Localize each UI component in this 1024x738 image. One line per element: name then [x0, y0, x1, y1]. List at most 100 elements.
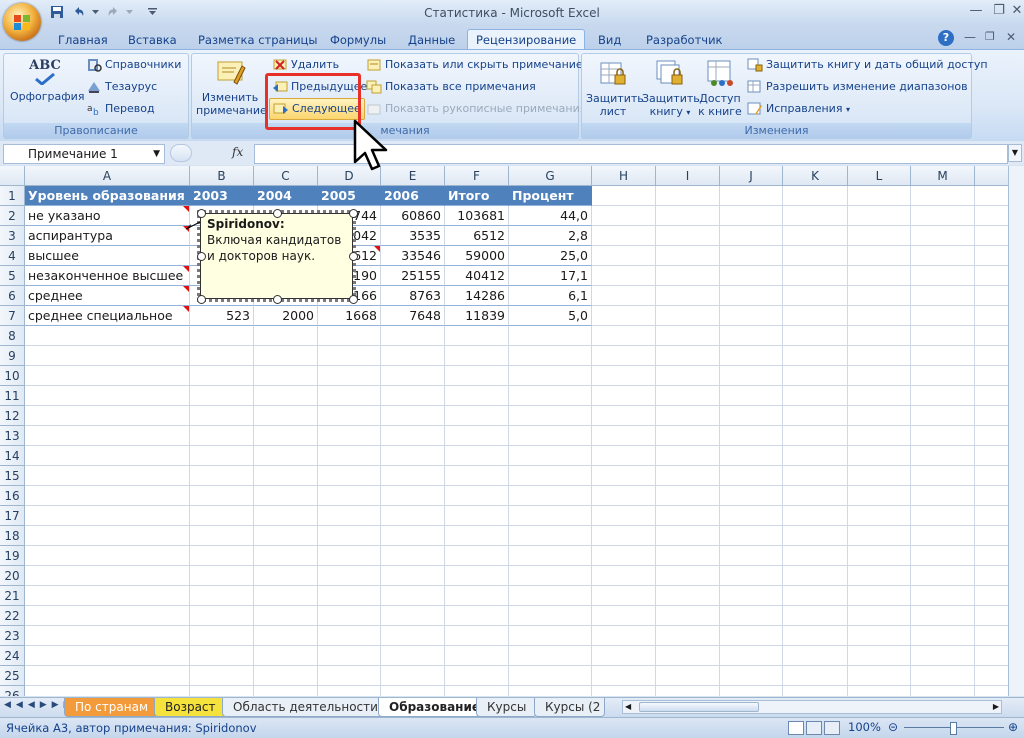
- empty-cell[interactable]: [509, 546, 592, 566]
- column-header-l[interactable]: L: [848, 166, 911, 186]
- empty-cell[interactable]: [656, 326, 720, 346]
- empty-cell[interactable]: [720, 306, 783, 326]
- empty-cell[interactable]: [720, 226, 783, 246]
- ribbon-restore-icon[interactable]: ❐: [985, 30, 995, 43]
- empty-cell[interactable]: [445, 366, 509, 386]
- row-header[interactable]: 14: [0, 446, 25, 466]
- scroll-right-icon[interactable]: ▶: [993, 702, 999, 711]
- table-header-cell[interactable]: 2004: [254, 186, 318, 206]
- empty-cell[interactable]: [848, 566, 911, 586]
- empty-cell[interactable]: [25, 486, 190, 506]
- empty-cell[interactable]: [848, 186, 911, 206]
- empty-cell[interactable]: [848, 446, 911, 466]
- table-cell[interactable]: 59000: [445, 246, 509, 266]
- empty-cell[interactable]: [445, 586, 509, 606]
- empty-cell[interactable]: [848, 466, 911, 486]
- empty-cell[interactable]: [254, 686, 318, 696]
- table-cell[interactable]: среднее: [25, 286, 190, 306]
- empty-cell[interactable]: [911, 306, 975, 326]
- empty-cell[interactable]: [509, 466, 592, 486]
- empty-cell[interactable]: [445, 406, 509, 426]
- empty-cell[interactable]: [190, 426, 254, 446]
- empty-cell[interactable]: [911, 246, 975, 266]
- empty-cell[interactable]: [783, 286, 848, 306]
- empty-cell[interactable]: [848, 386, 911, 406]
- empty-cell[interactable]: [911, 566, 975, 586]
- empty-cell[interactable]: [783, 686, 848, 696]
- table-cell[interactable]: 14286: [445, 286, 509, 306]
- empty-cell[interactable]: [509, 406, 592, 426]
- empty-cell[interactable]: [656, 426, 720, 446]
- empty-cell[interactable]: [25, 346, 190, 366]
- formula-bar-expand-icon[interactable]: [170, 144, 192, 162]
- empty-cell[interactable]: [911, 286, 975, 306]
- row-header[interactable]: 18: [0, 526, 25, 546]
- empty-cell[interactable]: [318, 606, 381, 626]
- empty-cell[interactable]: [318, 446, 381, 466]
- empty-cell[interactable]: [720, 666, 783, 686]
- empty-cell[interactable]: [318, 466, 381, 486]
- empty-cell[interactable]: [720, 626, 783, 646]
- empty-cell[interactable]: [720, 526, 783, 546]
- empty-cell[interactable]: [848, 606, 911, 626]
- empty-cell[interactable]: [381, 326, 445, 346]
- empty-cell[interactable]: [190, 586, 254, 606]
- empty-cell[interactable]: [592, 486, 656, 506]
- empty-cell[interactable]: [381, 346, 445, 366]
- column-header-a[interactable]: A: [25, 166, 190, 186]
- ribbon-minimize-icon[interactable]: —: [964, 30, 976, 44]
- empty-cell[interactable]: [445, 526, 509, 546]
- empty-cell[interactable]: [720, 646, 783, 666]
- sheet-tab-education[interactable]: Образование: [378, 698, 492, 717]
- empty-cell[interactable]: [190, 526, 254, 546]
- empty-cell[interactable]: [254, 446, 318, 466]
- protect-workbook-button[interactable]: Защитить книгу ▾: [642, 57, 700, 119]
- empty-cell[interactable]: [720, 586, 783, 606]
- empty-cell[interactable]: [592, 526, 656, 546]
- table-cell[interactable]: 33546: [381, 246, 445, 266]
- empty-cell[interactable]: [720, 506, 783, 526]
- empty-cell[interactable]: [592, 586, 656, 606]
- empty-cell[interactable]: [318, 526, 381, 546]
- empty-cell[interactable]: [592, 206, 656, 226]
- page-layout-view-icon[interactable]: [806, 721, 822, 735]
- table-header-cell[interactable]: 2005: [318, 186, 381, 206]
- empty-cell[interactable]: [911, 506, 975, 526]
- empty-cell[interactable]: [318, 406, 381, 426]
- empty-cell[interactable]: [190, 566, 254, 586]
- empty-cell[interactable]: [190, 546, 254, 566]
- table-header-cell[interactable]: Итого: [445, 186, 509, 206]
- empty-cell[interactable]: [254, 506, 318, 526]
- row-header[interactable]: 22: [0, 606, 25, 626]
- empty-cell[interactable]: [592, 406, 656, 426]
- table-cell[interactable]: 2000: [254, 306, 318, 326]
- empty-cell[interactable]: [783, 526, 848, 546]
- sheet-tab-courses-2[interactable]: Курсы (2: [534, 698, 606, 717]
- empty-cell[interactable]: [254, 566, 318, 586]
- empty-cell[interactable]: [911, 606, 975, 626]
- empty-cell[interactable]: [381, 666, 445, 686]
- empty-cell[interactable]: [254, 606, 318, 626]
- empty-cell[interactable]: [445, 446, 509, 466]
- empty-cell[interactable]: [190, 646, 254, 666]
- empty-cell[interactable]: [720, 286, 783, 306]
- column-header-i[interactable]: I: [656, 166, 720, 186]
- empty-cell[interactable]: [911, 406, 975, 426]
- empty-cell[interactable]: [720, 606, 783, 626]
- show-all-comments-button[interactable]: Показать все примечания: [366, 79, 536, 95]
- empty-cell[interactable]: [656, 686, 720, 696]
- research-button[interactable]: Справочники: [86, 57, 181, 73]
- expand-formula-bar-icon[interactable]: ▼: [1008, 144, 1022, 162]
- empty-cell[interactable]: [381, 446, 445, 466]
- sheet-tab-age[interactable]: Возраст: [154, 698, 227, 717]
- row-header[interactable]: 25: [0, 666, 25, 686]
- empty-cell[interactable]: [783, 666, 848, 686]
- tab-home[interactable]: Главная: [50, 30, 116, 50]
- comment-handle-br[interactable]: [349, 295, 358, 304]
- spelling-button[interactable]: ABC Орфография: [10, 56, 84, 114]
- empty-cell[interactable]: [381, 506, 445, 526]
- column-header-b[interactable]: B: [190, 166, 254, 186]
- table-cell[interactable]: 3535: [381, 226, 445, 246]
- row-header[interactable]: 13: [0, 426, 25, 446]
- table-cell[interactable]: высшее: [25, 246, 190, 266]
